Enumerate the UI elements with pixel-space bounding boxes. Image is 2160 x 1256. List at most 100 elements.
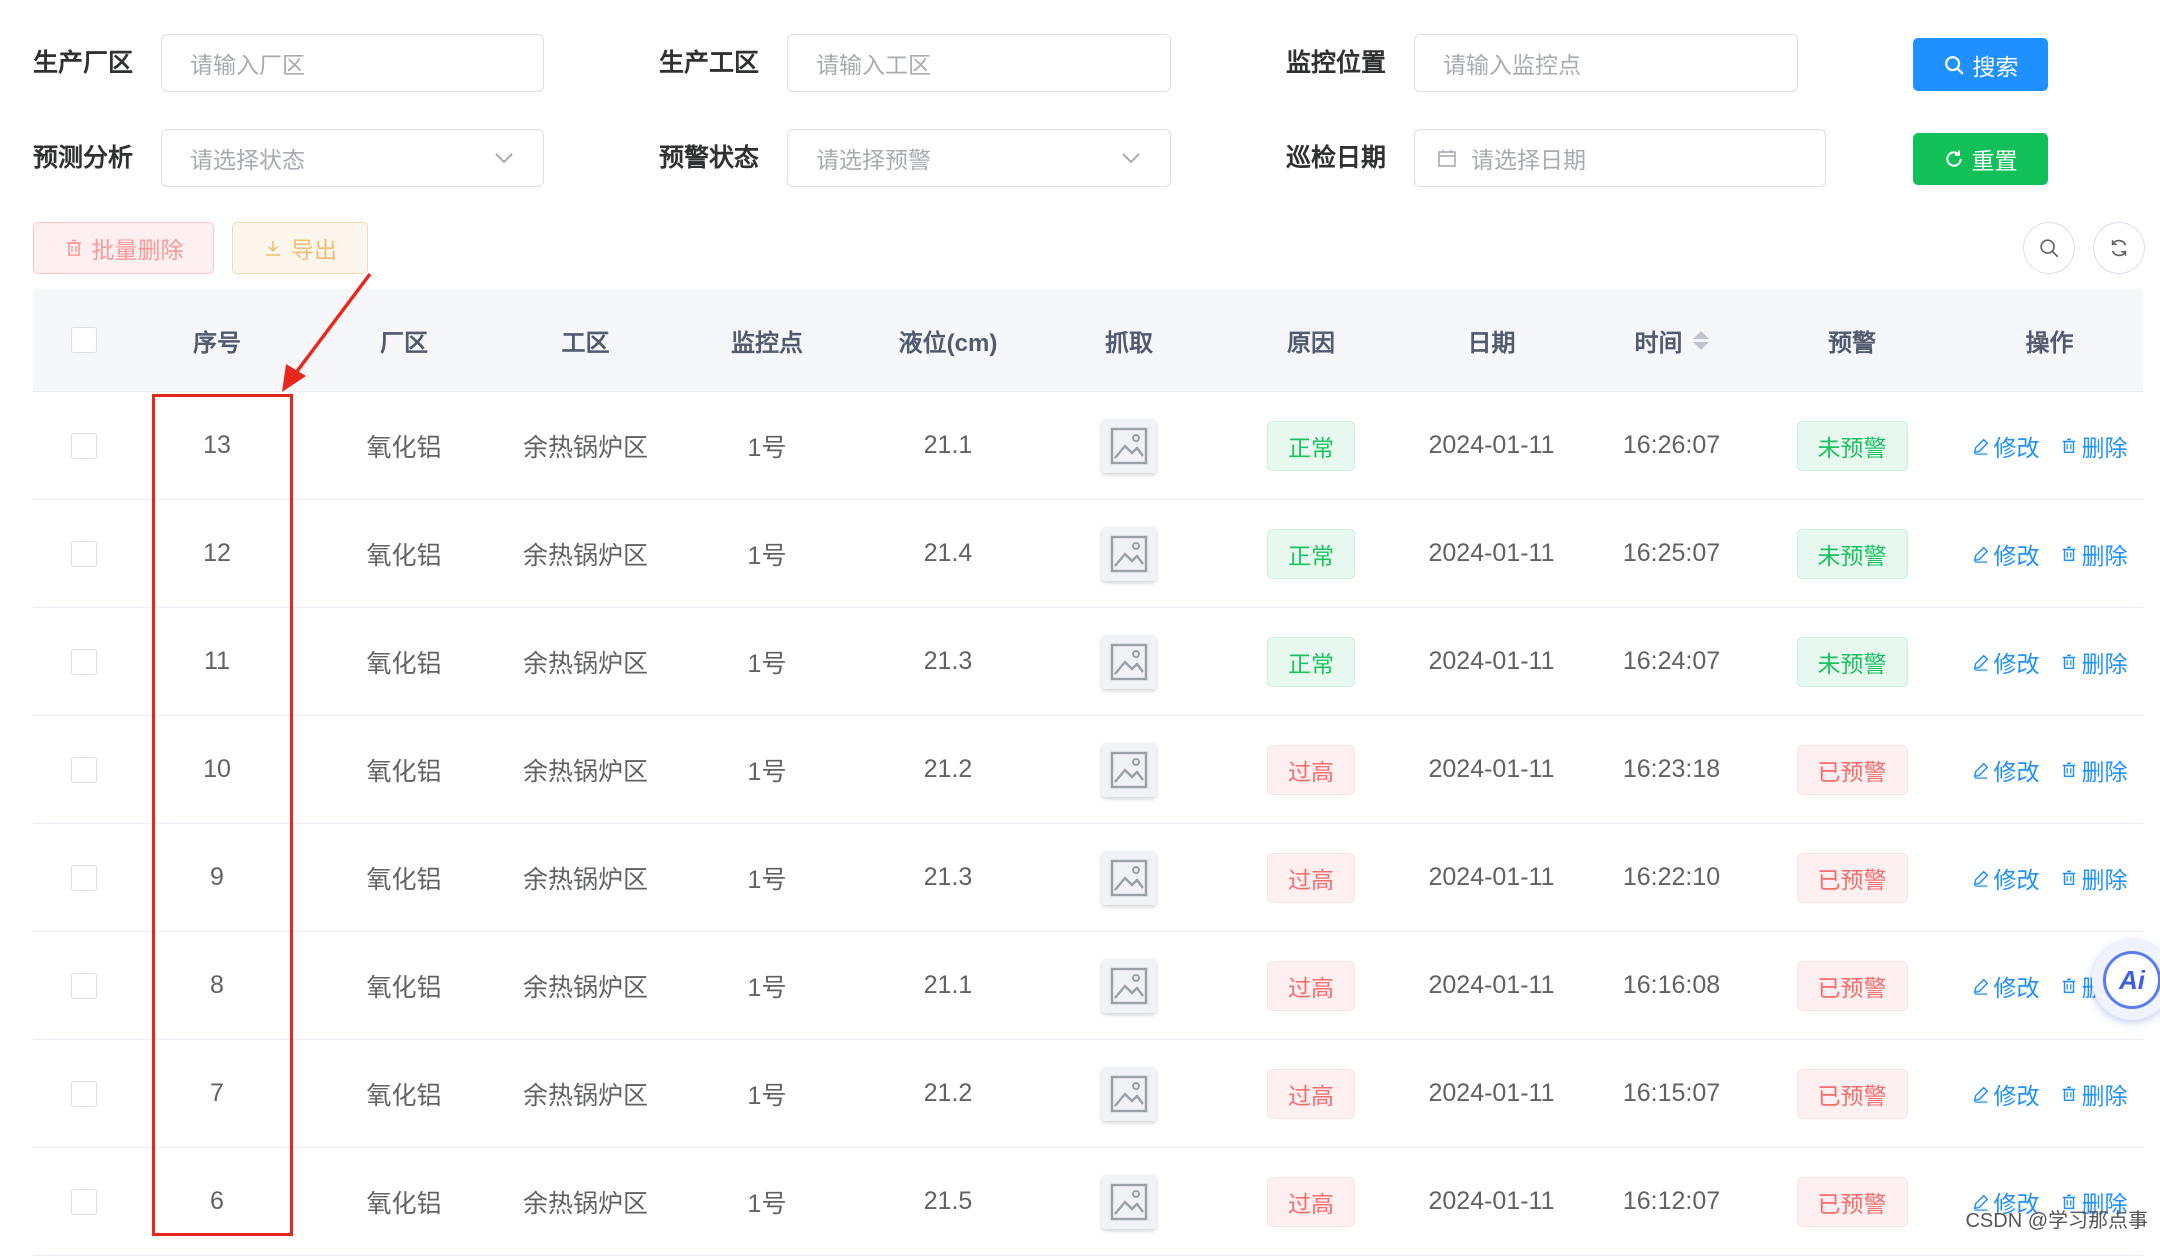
prediction-label: 预测分析 <box>33 144 134 172</box>
image-icon[interactable] <box>1102 418 1156 473</box>
cell-level: 21.1 <box>923 971 973 999</box>
edit-button[interactable]: 修改 <box>1972 861 2040 895</box>
batch-delete-label: 批量删除 <box>91 237 184 263</box>
table-row: 9 氧化铝 余热锅炉区 1号 21.3 过高 2024-01-11 16:22:… <box>33 824 2143 932</box>
edit-button[interactable]: 修改 <box>1972 753 2040 787</box>
toggle-search-button[interactable] <box>2023 222 2075 274</box>
delete-label: 删除 <box>2081 650 2128 677</box>
batch-delete-button[interactable]: 批量删除 <box>33 222 214 274</box>
row-checkbox[interactable] <box>71 432 97 459</box>
monitor-placeholder: 请输入监控点 <box>1443 52 1581 78</box>
row-select-cell <box>33 608 135 715</box>
image-icon[interactable] <box>1102 1066 1156 1121</box>
monitor-input[interactable]: 请输入监控点 <box>1414 34 1798 92</box>
cell-area: 余热锅炉区 <box>522 865 648 894</box>
workshop-placeholder: 请输入工区 <box>816 52 931 78</box>
delete-button[interactable]: 删除 <box>2060 537 2128 571</box>
delete-button[interactable]: 删除 <box>2060 753 2128 787</box>
cell-warning: 已预警 <box>1748 1040 1956 1147</box>
warning-tag: 未预警 <box>1796 528 1908 579</box>
prediction-select[interactable]: 请选择状态 <box>161 129 544 187</box>
refresh-button[interactable] <box>2093 222 2145 274</box>
cell-actions: 修改 删除 <box>1956 608 2143 715</box>
sort-icon[interactable] <box>1692 330 1709 350</box>
cell-area: 余热锅炉区 <box>522 757 648 786</box>
cell-date: 2024-01-11 <box>1428 863 1555 891</box>
search-button[interactable]: 搜索 <box>1913 38 2048 91</box>
search-icon <box>1944 55 1963 74</box>
table-row: 12 氧化铝 余热锅炉区 1号 21.4 正常 2024-01-11 16:25… <box>33 500 2143 608</box>
trash-icon <box>2062 978 2075 993</box>
image-icon[interactable] <box>1102 850 1156 905</box>
cell-capture <box>1024 500 1234 607</box>
workshop-input[interactable]: 请输入工区 <box>787 34 1171 92</box>
row-checkbox[interactable] <box>71 756 97 783</box>
cell-capture <box>1024 824 1234 931</box>
cell-reason: 过高 <box>1234 824 1388 931</box>
row-checkbox[interactable] <box>71 1080 97 1107</box>
delete-button[interactable]: 删除 <box>2060 861 2128 895</box>
delete-label: 删除 <box>2081 434 2128 461</box>
chevron-down-icon <box>1120 147 1142 169</box>
edit-label: 修改 <box>1993 974 2040 1001</box>
row-checkbox[interactable] <box>71 648 97 675</box>
row-checkbox[interactable] <box>71 972 97 999</box>
image-icon[interactable] <box>1102 742 1156 797</box>
image-icon[interactable] <box>1102 1174 1156 1229</box>
row-checkbox[interactable] <box>71 1188 97 1215</box>
cell-point: 1号 <box>747 433 787 462</box>
cell-time: 16:15:07 <box>1622 1079 1721 1107</box>
cell-actions: 修改 删除 <box>1956 1040 2143 1147</box>
cell-area: 余热锅炉区 <box>522 973 648 1002</box>
select-all-checkbox[interactable] <box>71 327 97 353</box>
cell-point: 1号 <box>747 541 787 570</box>
edit-button[interactable]: 修改 <box>1972 645 2040 679</box>
cell-point: 1号 <box>747 649 787 678</box>
warning-label: 预警状态 <box>659 144 760 172</box>
search-icon <box>2040 239 2059 258</box>
factory-input[interactable]: 请输入厂区 <box>161 34 544 92</box>
date-picker[interactable]: 请选择日期 <box>1414 129 1826 187</box>
edit-button[interactable]: 修改 <box>1972 429 2040 463</box>
edit-label: 修改 <box>1993 650 2040 677</box>
reset-button[interactable]: 重置 <box>1913 133 2048 185</box>
export-button[interactable]: 导出 <box>232 222 368 274</box>
trash-icon <box>2062 654 2075 669</box>
cell-reason: 过高 <box>1234 716 1388 823</box>
row-select-cell <box>33 824 135 931</box>
image-icon[interactable] <box>1102 958 1156 1013</box>
cell-level: 21.1 <box>923 431 973 459</box>
cell-level: 21.3 <box>923 863 973 891</box>
edit-button[interactable]: 修改 <box>1972 537 2040 571</box>
cell-capture <box>1024 608 1234 715</box>
cell-point: 1号 <box>747 757 787 786</box>
cell-factory: 氧化铝 <box>366 1081 442 1110</box>
edit-label: 修改 <box>1993 758 2040 785</box>
cell-warning: 已预警 <box>1748 716 1956 823</box>
warning-select[interactable]: 请选择预警 <box>787 129 1171 187</box>
delete-button[interactable]: 删除 <box>2060 645 2128 679</box>
delete-button[interactable]: 删除 <box>2060 1077 2128 1111</box>
delete-button[interactable]: 删除 <box>2060 429 2128 463</box>
reset-button-label: 重置 <box>1971 148 2018 174</box>
date-placeholder: 请选择日期 <box>1471 147 1586 173</box>
cell-warning: 已预警 <box>1748 932 1956 1039</box>
workshop-label: 生产工区 <box>659 49 760 77</box>
reason-tag: 正常 <box>1267 636 1355 687</box>
row-checkbox[interactable] <box>71 864 97 891</box>
header-time[interactable]: 时间 <box>1595 289 1748 391</box>
image-icon[interactable] <box>1102 634 1156 689</box>
cell-level: 21.2 <box>923 755 973 783</box>
delete-label: 删除 <box>2081 758 2128 785</box>
factory-placeholder: 请输入厂区 <box>190 52 305 78</box>
row-checkbox[interactable] <box>71 540 97 567</box>
row-select-cell <box>33 932 135 1039</box>
ai-icon: Ai <box>2103 951 2160 1009</box>
cell-factory: 氧化铝 <box>366 541 442 570</box>
image-icon[interactable] <box>1102 526 1156 581</box>
edit-button[interactable]: 修改 <box>1972 1077 2040 1111</box>
edit-button[interactable]: 修改 <box>1972 969 2040 1003</box>
warning-tag: 已预警 <box>1796 852 1908 903</box>
cell-actions: 修改 删除 <box>1956 716 2143 823</box>
refresh-icon <box>2111 239 2127 257</box>
